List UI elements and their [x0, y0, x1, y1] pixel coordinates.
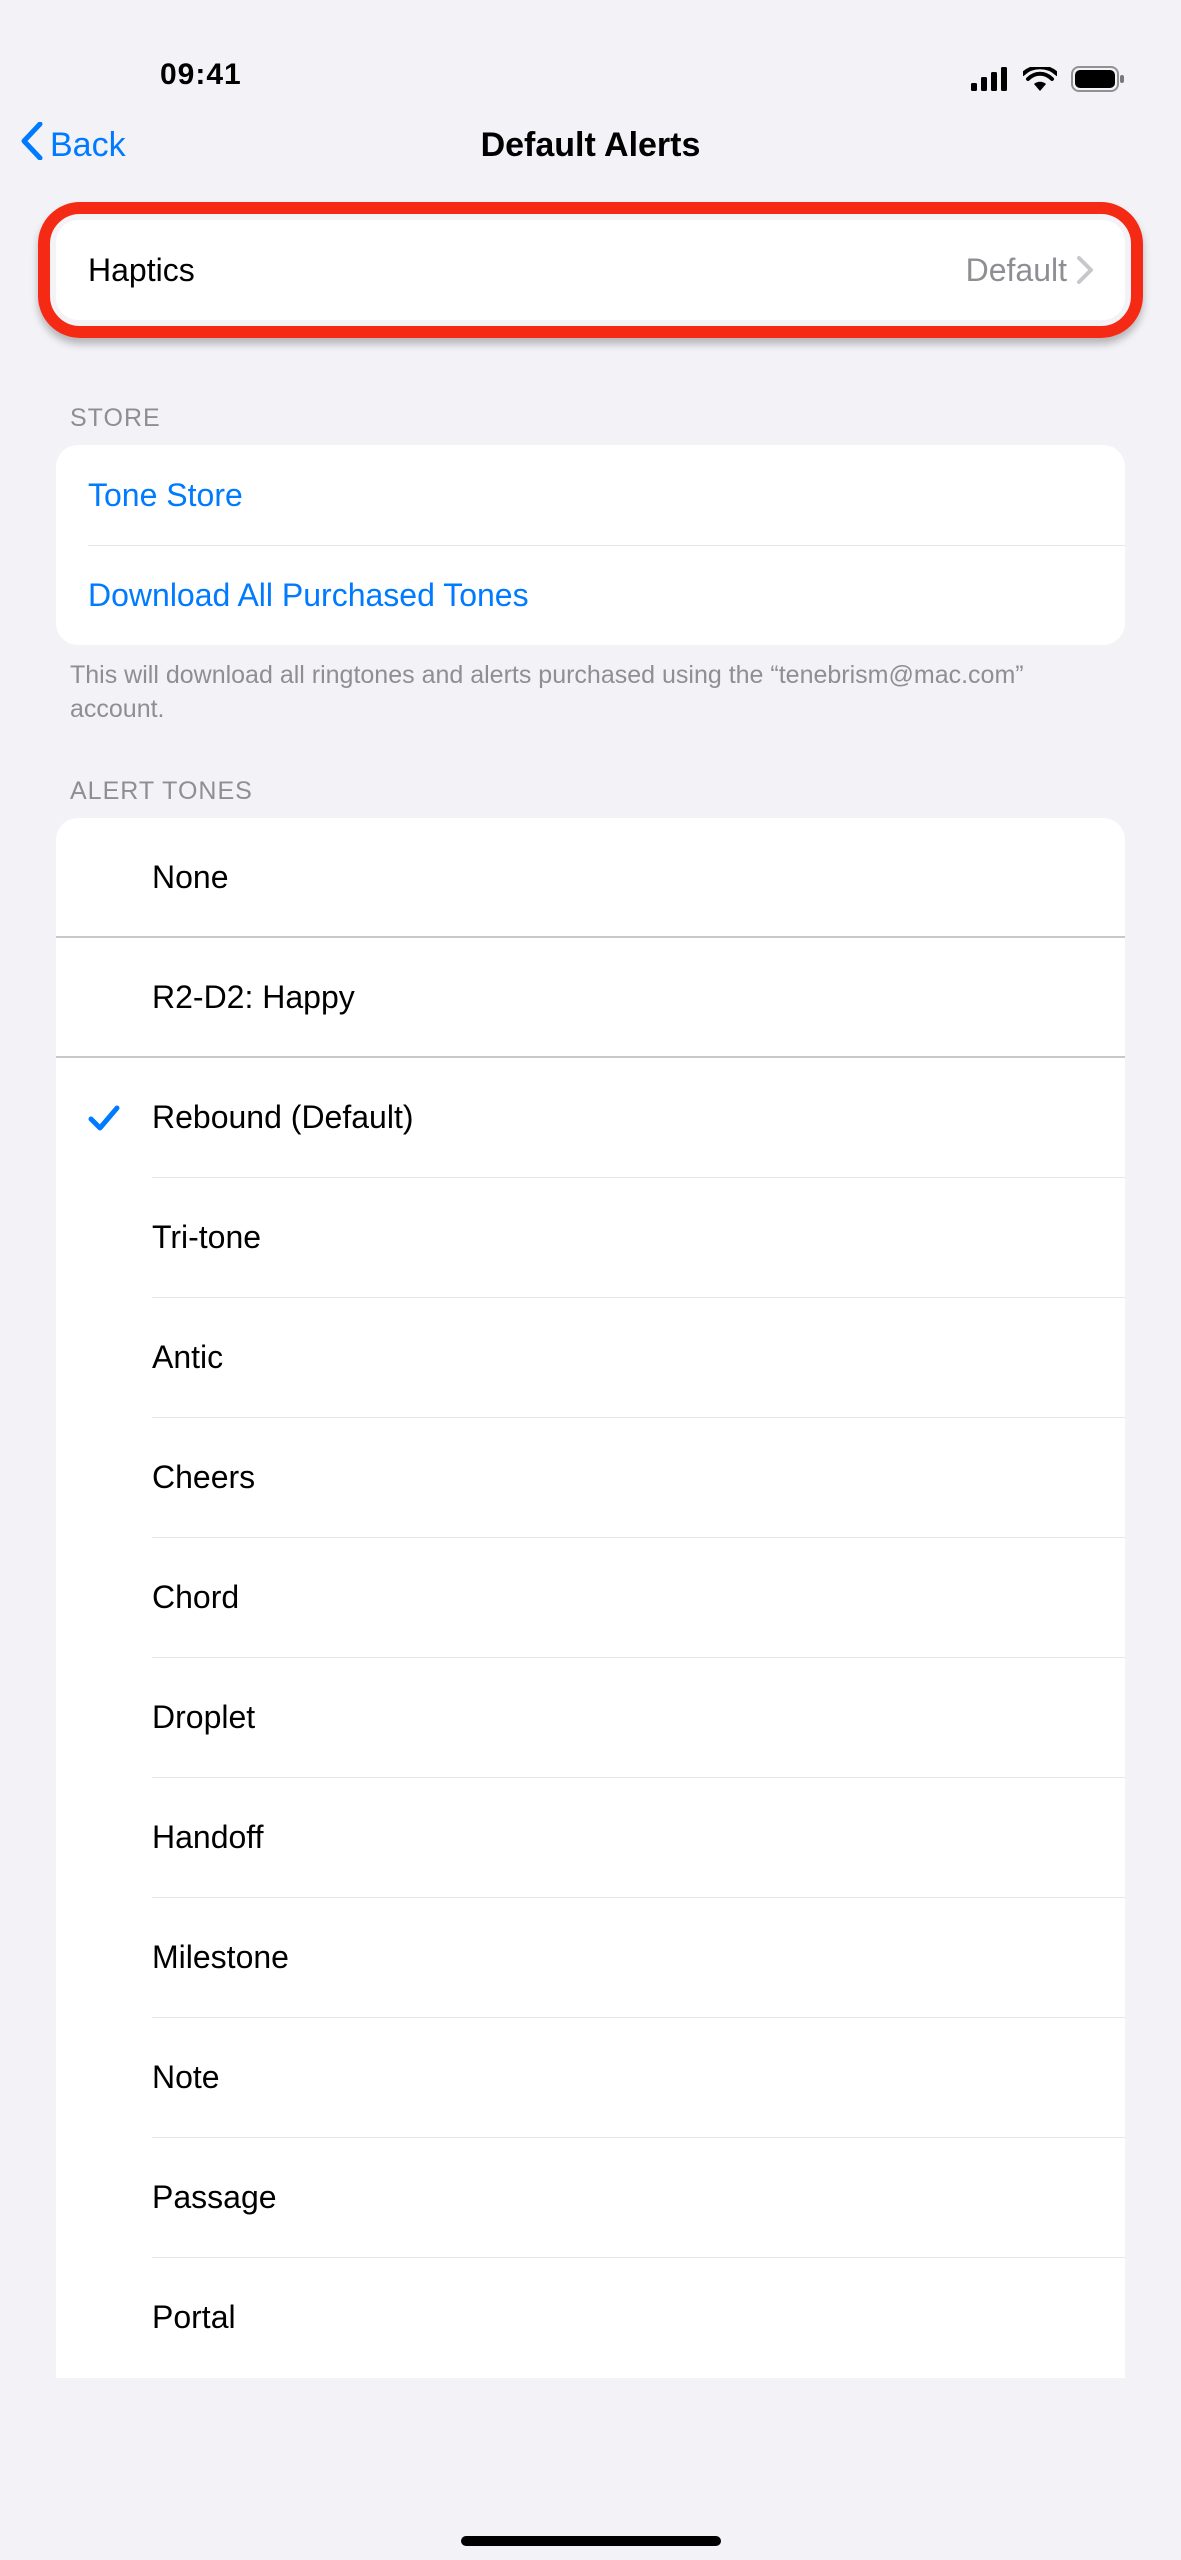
alert-tone-label: Cheers: [152, 1459, 1125, 1496]
store-footer: This will download all ringtones and ale…: [70, 659, 1111, 727]
alert-tone-label: Antic: [152, 1339, 1125, 1376]
alert-tone-row[interactable]: Milestone: [56, 1898, 1125, 2018]
home-indicator: [461, 2536, 721, 2546]
chevron-right-icon: [1077, 256, 1093, 284]
alert-tone-row[interactable]: Antic: [56, 1298, 1125, 1418]
download-tones-label: Download All Purchased Tones: [88, 577, 529, 614]
alert-tone-label: Handoff: [152, 1819, 1125, 1856]
cellular-icon: [971, 67, 1009, 91]
alert-tone-row[interactable]: Handoff: [56, 1778, 1125, 1898]
wifi-icon: [1023, 67, 1057, 91]
page-title: Default Alerts: [0, 126, 1181, 165]
alert-tone-row[interactable]: Passage: [56, 2138, 1125, 2258]
alert-tone-label: Portal: [152, 2299, 1125, 2336]
store-header: STORE: [70, 404, 1125, 433]
highlight-annotation: Haptics Default: [56, 220, 1125, 320]
battery-icon: [1071, 66, 1125, 92]
alert-tone-label: Chord: [152, 1579, 1125, 1616]
alert-tone-row[interactable]: Note: [56, 2018, 1125, 2138]
alert-tone-label: None: [152, 859, 1125, 896]
alert-tone-label: Passage: [152, 2179, 1125, 2216]
alert-tones-header: ALERT TONES: [70, 777, 1125, 806]
alert-tone-row[interactable]: Chord: [56, 1538, 1125, 1658]
alert-tone-row[interactable]: Cheers: [56, 1418, 1125, 1538]
back-label: Back: [50, 126, 126, 165]
nav-bar: Back Default Alerts: [0, 100, 1181, 190]
alert-tone-label: Tri-tone: [152, 1219, 1125, 1256]
tone-store-label: Tone Store: [88, 477, 243, 514]
alert-tone-row[interactable]: Rebound (Default): [56, 1058, 1125, 1178]
back-button[interactable]: Back: [20, 122, 126, 169]
haptics-label: Haptics: [88, 252, 195, 289]
alert-tone-row[interactable]: None: [56, 818, 1125, 938]
tone-store-row[interactable]: Tone Store: [56, 445, 1125, 545]
haptics-row[interactable]: Haptics Default: [56, 220, 1125, 320]
alert-tone-label: Milestone: [152, 1939, 1125, 1976]
status-bar: 09:41: [0, 0, 1181, 100]
chevron-left-icon: [20, 122, 50, 169]
checkmark-icon: [56, 1101, 152, 1135]
alert-tone-label: Note: [152, 2059, 1125, 2096]
alert-tone-label: Droplet: [152, 1699, 1125, 1736]
alert-tone-label: R2-D2: Happy: [152, 979, 1125, 1016]
alert-tone-row[interactable]: Tri-tone: [56, 1178, 1125, 1298]
alert-tone-row[interactable]: Droplet: [56, 1658, 1125, 1778]
alert-tones-list: None R2-D2: Happy Rebound (Default) Tri-ton…: [56, 818, 1125, 2378]
alert-tone-label: Rebound (Default): [152, 1099, 1125, 1136]
alert-tone-row[interactable]: Portal: [56, 2258, 1125, 2378]
status-time: 09:41: [56, 58, 242, 92]
haptics-value: Default: [966, 252, 1067, 289]
download-tones-row[interactable]: Download All Purchased Tones: [56, 545, 1125, 645]
alert-tone-row[interactable]: R2-D2: Happy: [56, 938, 1125, 1058]
